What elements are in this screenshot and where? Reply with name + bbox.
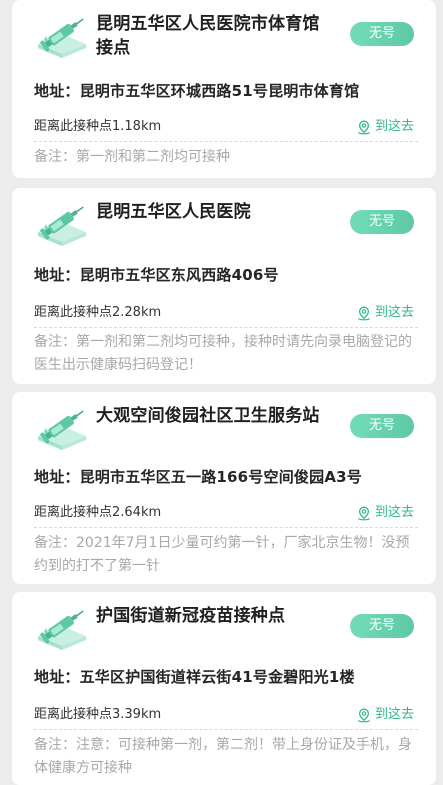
- divider: [34, 729, 418, 730]
- navigate-label: 到这去: [374, 707, 414, 722]
- navigate-label: 到这去: [374, 505, 414, 520]
- navigate-label: 到这去: [374, 305, 414, 320]
- site-title: 昆明五华区人民医院市体育馆接点: [96, 14, 320, 58]
- site-note: 备注：第一剂和第二剂均可接种: [34, 149, 230, 165]
- syringe-icon: [34, 604, 90, 652]
- location-pin-icon: [357, 306, 371, 320]
- site-distance: 距离此接种点3.39km: [34, 707, 162, 722]
- distance-row: 距离此接种点1.18km 到这去: [34, 116, 414, 138]
- availability-badge: 无号: [350, 22, 414, 46]
- divider: [34, 527, 418, 528]
- site-card-header: 昆明五华区人民医院 无号: [12, 188, 436, 258]
- divider: [34, 327, 418, 328]
- site-title: 护国街道新冠疫苗接种点: [96, 606, 286, 626]
- divider: [34, 141, 418, 142]
- site-card-header: 昆明五华区人民医院市体育馆接点 无号: [12, 0, 436, 70]
- availability-badge: 无号: [350, 614, 414, 638]
- vaccination-site-list: 昆明五华区人民医院市体育馆接点 无号 地址：昆明市五华区环城西路51号昆明市体育…: [0, 0, 443, 785]
- site-card[interactable]: 大观空间俊园社区卫生服务站 无号 地址：昆明市五华区五一路166号空间俊园A3号…: [12, 392, 436, 584]
- site-distance: 距离此接种点2.28km: [34, 305, 162, 320]
- navigate-label: 到这去: [374, 119, 414, 134]
- site-distance: 距离此接种点2.64km: [34, 505, 162, 520]
- site-address: 地址：昆明市五华区环城西路51号昆明市体育馆: [34, 82, 360, 100]
- distance-row: 距离此接种点2.28km 到这去: [34, 302, 414, 324]
- site-card-header: 护国街道新冠疫苗接种点 无号: [12, 592, 436, 662]
- site-title: 昆明五华区人民医院: [96, 202, 251, 222]
- site-distance: 距离此接种点1.18km: [34, 119, 162, 134]
- syringe-icon: [34, 404, 90, 452]
- site-address: 地址：昆明市五华区东风西路406号: [34, 266, 279, 284]
- distance-row: 距离此接种点2.64km 到这去: [34, 502, 414, 524]
- distance-row: 距离此接种点3.39km 到这去: [34, 704, 414, 726]
- navigate-button[interactable]: 到这去: [357, 704, 414, 726]
- navigate-button[interactable]: 到这去: [357, 302, 414, 324]
- site-note: 备注：第一剂和第二剂均可接种，接种时请先向录电脑登记的医生出示健康码扫码登记！: [34, 334, 412, 373]
- availability-badge: 无号: [350, 210, 414, 234]
- location-pin-icon: [357, 506, 371, 520]
- syringe-icon: [34, 12, 90, 60]
- site-note: 备注：2021年7月1日少量可约第一针，厂家北京生物！没预约到的打不了第一针: [34, 535, 410, 574]
- navigate-button[interactable]: 到这去: [357, 116, 414, 138]
- syringe-icon: [34, 200, 90, 248]
- site-address: 地址：五华区护国街道祥云街41号金碧阳光1楼: [34, 668, 355, 686]
- site-title: 大观空间俊园社区卫生服务站: [96, 406, 320, 426]
- site-card-header: 大观空间俊园社区卫生服务站 无号: [12, 392, 436, 462]
- site-note: 备注：注意：可接种第一剂，第二剂！带上身份证及手机，身体健康方可接种: [34, 737, 412, 776]
- availability-badge: 无号: [350, 414, 414, 438]
- site-card[interactable]: 护国街道新冠疫苗接种点 无号 地址：五华区护国街道祥云街41号金碧阳光1楼 距离…: [12, 592, 436, 785]
- location-pin-icon: [357, 708, 371, 722]
- site-card[interactable]: 昆明五华区人民医院市体育馆接点 无号 地址：昆明市五华区环城西路51号昆明市体育…: [12, 0, 436, 178]
- site-address: 地址：昆明市五华区五一路166号空间俊园A3号: [34, 468, 362, 486]
- location-pin-icon: [357, 120, 371, 134]
- site-card[interactable]: 昆明五华区人民医院 无号 地址：昆明市五华区东风西路406号 距离此接种点2.2…: [12, 188, 436, 384]
- navigate-button[interactable]: 到这去: [357, 502, 414, 524]
